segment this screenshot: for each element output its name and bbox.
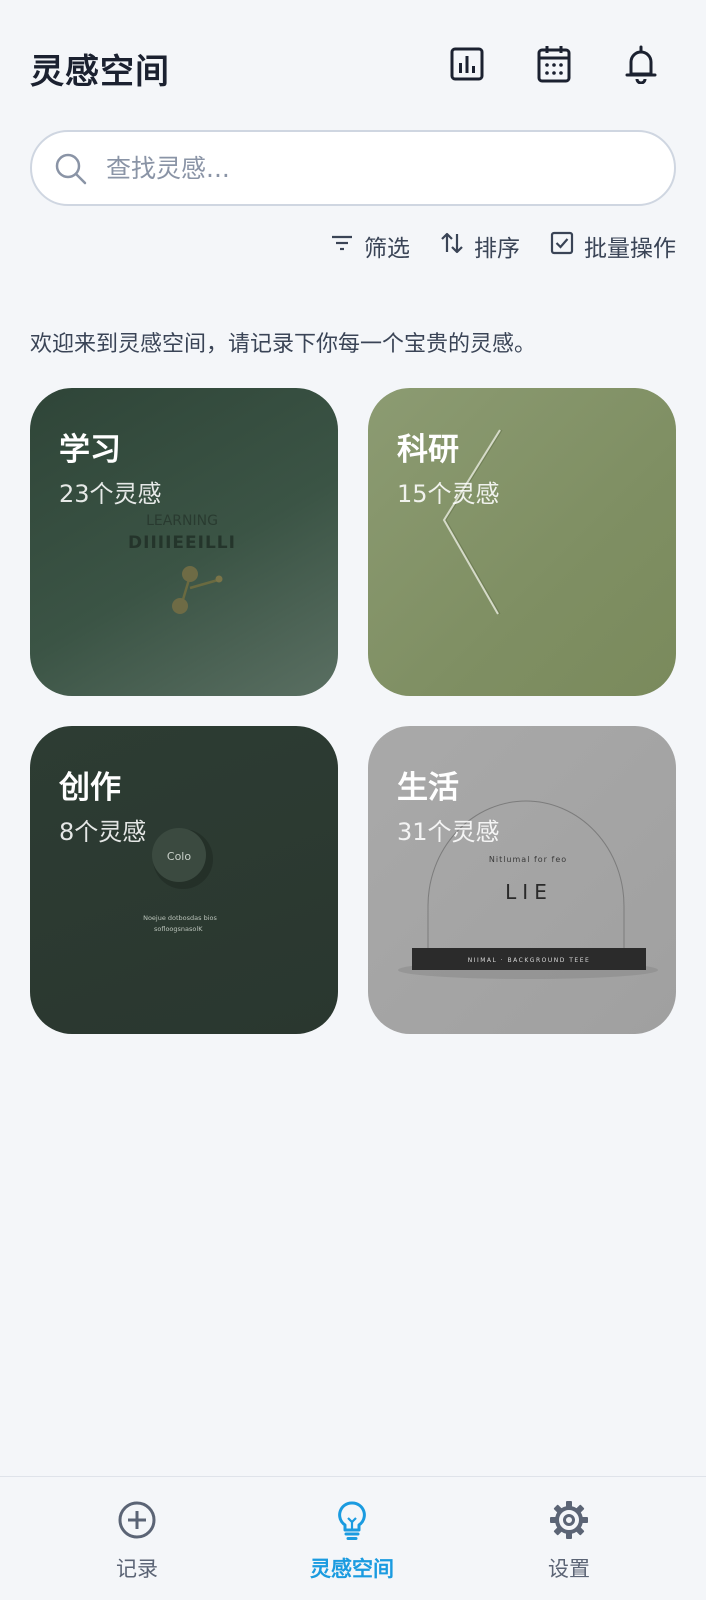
search-bar[interactable] — [30, 130, 676, 206]
gear-icon — [548, 1499, 590, 1545]
svg-text:LIE: LIE — [505, 880, 553, 904]
nav-label: 记录 — [116, 1557, 158, 1581]
svg-text:DIIIIEEILLI: DIIIIEEILLI — [128, 533, 236, 553]
svg-text:Noejue dotbosdas bios: Noejue dotbosdas bios — [143, 914, 217, 922]
page-title: 灵感空间 — [30, 52, 170, 92]
sort-label: 排序 — [474, 236, 520, 262]
category-count: 15个灵感 — [397, 480, 500, 508]
category-name: 科研 — [397, 432, 459, 468]
search-input[interactable] — [106, 146, 646, 190]
category-card-research[interactable]: 科研 15个灵感 — [368, 388, 676, 696]
category-card-creation[interactable]: Colo Noejue dotbosdas bios sofloogsnasol… — [30, 726, 338, 1034]
search-icon — [54, 152, 88, 190]
nav-item-inspiration-space[interactable]: 灵感空间 — [262, 1499, 442, 1589]
nav-item-record[interactable]: 记录 — [47, 1499, 227, 1589]
svg-text:LEARNING: LEARNING — [146, 513, 218, 529]
nav-label: 灵感空间 — [310, 1557, 394, 1581]
filter-icon — [330, 231, 354, 261]
filter-label: 筛选 — [364, 236, 410, 262]
svg-text:sofloogsnasolK: sofloogsnasolK — [154, 925, 203, 933]
bell-icon[interactable] — [621, 44, 661, 84]
category-card-study[interactable]: LEARNING DIIIIEEILLI 学习 23个灵感 — [30, 388, 338, 696]
category-card-life[interactable]: Nitlumal for feo LIE NIIMAL · BACKGROUND… — [368, 726, 676, 1034]
svg-text:NIIMAL · BACKGROUND TEEE: NIIMAL · BACKGROUND TEEE — [468, 957, 591, 964]
chart-icon[interactable] — [447, 44, 487, 84]
sort-button[interactable]: 排序 — [440, 229, 520, 263]
category-count: 23个灵感 — [59, 480, 162, 508]
category-count: 8个灵感 — [59, 818, 147, 846]
nav-label: 设置 — [548, 1557, 590, 1581]
plus-circle-icon — [116, 1499, 158, 1545]
welcome-text: 欢迎来到灵感空间，请记录下你每一个宝贵的灵感。 — [30, 332, 537, 357]
category-count: 31个灵感 — [397, 818, 500, 846]
svg-text:Colo: Colo — [167, 850, 191, 863]
category-name: 生活 — [397, 770, 459, 806]
bottom-nav: 记录 灵感空间 设置 — [0, 1476, 706, 1600]
app-header: 灵感空间 — [0, 0, 706, 130]
category-name: 创作 — [59, 770, 121, 806]
calendar-icon[interactable] — [534, 44, 574, 84]
batch-label: 批量操作 — [584, 236, 676, 262]
svg-text:Nitlumal for feo: Nitlumal for feo — [489, 855, 567, 864]
checkbox-icon — [550, 231, 574, 261]
category-name: 学习 — [59, 432, 121, 468]
nav-item-settings[interactable]: 设置 — [479, 1499, 659, 1589]
lightbulb-icon — [331, 1499, 373, 1545]
batch-operation-button[interactable]: 批量操作 — [550, 229, 676, 263]
list-toolbar: 筛选 排序 批量操作 — [330, 226, 676, 266]
filter-button[interactable]: 筛选 — [330, 229, 410, 263]
sort-icon — [440, 230, 464, 262]
